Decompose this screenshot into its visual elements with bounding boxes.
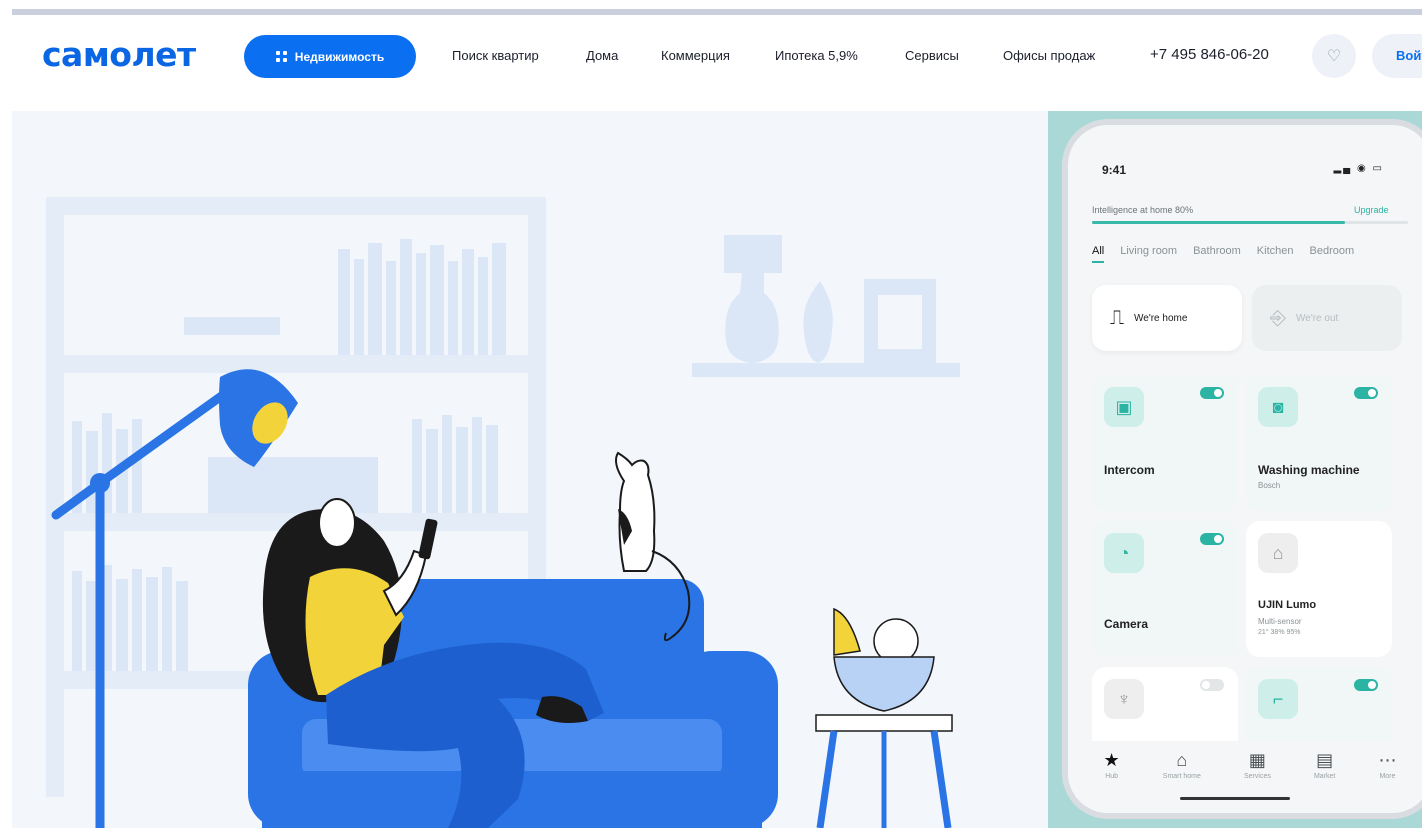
room-tab-kitchen[interactable]: Kitchen (1257, 245, 1294, 263)
realty-menu-button[interactable]: Недвижимость (244, 35, 416, 78)
washing-machine-toggle[interactable] (1354, 387, 1378, 399)
tab-label: Smart home (1162, 773, 1201, 780)
phone-screen: 9:41 ▂▄ ◉ ▭ Intelligence at home 80% Upg… (1068, 125, 1422, 813)
mode-out-label: We're out (1296, 312, 1339, 324)
phone-mockup: 9:41 ▂▄ ◉ ▭ Intelligence at home 80% Upg… (1062, 119, 1422, 819)
intelligence-label: Intelligence at home 80% (1092, 205, 1194, 215)
tab-services[interactable]: ▦ Services (1244, 751, 1271, 813)
intercom-toggle[interactable] (1200, 387, 1224, 399)
grid-icon (275, 51, 287, 62)
grid-icon: ▦ (1248, 750, 1266, 770)
lamp-toggle[interactable] (1200, 679, 1224, 691)
site-header: самолет Недвижимость Поиск квартир Дома … (0, 15, 1422, 111)
tab-hub[interactable]: ★ Hub (1104, 751, 1120, 813)
tab-smart-home[interactable]: ⌂ Smart home (1163, 751, 1201, 813)
device-card-washing-machine[interactable]: ◙ Washing machine Bosch (1246, 375, 1392, 511)
intercom-icon: ▣ (1104, 387, 1144, 427)
nav-sales-offices[interactable]: Офисы продаж (1003, 48, 1095, 63)
nav-houses[interactable]: Дома (586, 48, 618, 63)
door-open-icon: ⎍ (1110, 306, 1124, 329)
nav-commerce[interactable]: Коммерция (661, 48, 730, 63)
app-preview-panel: 9:41 ▂▄ ◉ ▭ Intelligence at home 80% Upg… (1048, 111, 1422, 828)
device-type: Multi-sensor (1258, 617, 1302, 626)
device-name: UJIN Lumo (1258, 599, 1317, 611)
tab-label: More (1379, 773, 1396, 780)
mode-home-button[interactable]: ⎍ We're home (1092, 285, 1242, 351)
faucet-toggle[interactable] (1354, 679, 1378, 691)
faucet-icon: ⌐ (1258, 679, 1298, 719)
home-icon: ⌂ (1176, 750, 1188, 770)
sensor-icon: ⌂ (1258, 533, 1298, 573)
bottom-tab-bar: ★ Hub ⌂ Smart home ▦ Services ▤ Market ⋯ More (1068, 741, 1422, 813)
status-time: 9:41 (1102, 163, 1127, 177)
device-brand: Bosch (1258, 481, 1281, 490)
more-icon: ⋯ (1378, 750, 1397, 770)
signal-battery-icon: ▂▄ ◉ ▭ (1333, 163, 1384, 174)
tab-label: Services (1244, 773, 1271, 780)
device-card-camera[interactable]: ◔ Camera (1092, 521, 1238, 657)
heart-icon: ♡ (1326, 48, 1342, 65)
camera-icon: ◔ (1104, 533, 1144, 573)
room-tab-living-room[interactable]: Living room (1120, 245, 1177, 263)
favorites-button[interactable]: ♡ (1312, 34, 1356, 78)
lamp-icon: ♆ (1104, 679, 1144, 719)
room-tabs: All Living room Bathroom Kitchen Bedroom (1092, 245, 1354, 263)
realty-menu-label: Недвижимость (294, 49, 385, 64)
nav-mortgage[interactable]: Ипотека 5,9% (775, 48, 858, 63)
nav-search-apartments[interactable]: Поиск квартир (452, 48, 539, 63)
home-indicator (1180, 797, 1290, 800)
washer-icon: ◙ (1258, 387, 1298, 427)
phone-number[interactable]: +7 495 846-06-20 (1150, 46, 1269, 63)
star-icon: ★ (1103, 750, 1120, 770)
tab-more[interactable]: ⋯ More (1378, 751, 1396, 813)
living-room-illustration (46, 197, 960, 828)
tab-label: Market (1313, 773, 1336, 780)
hero-illustration (12, 111, 1048, 828)
door-exit-icon: ⎆ (1270, 306, 1286, 329)
camera-toggle[interactable] (1200, 533, 1224, 545)
device-name: Washing machine (1258, 463, 1360, 477)
room-tab-bathroom[interactable]: Bathroom (1193, 245, 1241, 263)
room-tab-all[interactable]: All (1092, 245, 1105, 263)
upgrade-link[interactable]: Upgrade (1354, 205, 1389, 215)
device-card-intercom[interactable]: ▣ Intercom (1092, 375, 1238, 511)
intelligence-progress (1092, 221, 1408, 224)
tab-market[interactable]: ▤ Market (1314, 751, 1335, 813)
intelligence-progress-fill (1092, 221, 1345, 224)
device-card-ujin-lumo[interactable]: ⌂ UJIN Lumo Multi-sensor 21° 38% 95% (1246, 521, 1392, 657)
tab-label: Hub (1105, 773, 1119, 780)
logo[interactable]: самолет (42, 35, 196, 74)
device-stats: 21° 38% 95% (1258, 629, 1301, 636)
page: самолет Недвижимость Поиск квартир Дома … (0, 0, 1422, 828)
mode-home-label: We're home (1134, 312, 1188, 324)
device-name: Camera (1104, 617, 1149, 631)
mode-out-button[interactable]: ⎆ We're out (1252, 285, 1402, 351)
nav-services[interactable]: Сервисы (905, 48, 959, 63)
device-name: Intercom (1104, 463, 1155, 477)
login-button[interactable]: Войти (1372, 34, 1422, 78)
room-tab-bedroom[interactable]: Bedroom (1310, 245, 1355, 263)
bag-icon: ▤ (1316, 750, 1334, 770)
